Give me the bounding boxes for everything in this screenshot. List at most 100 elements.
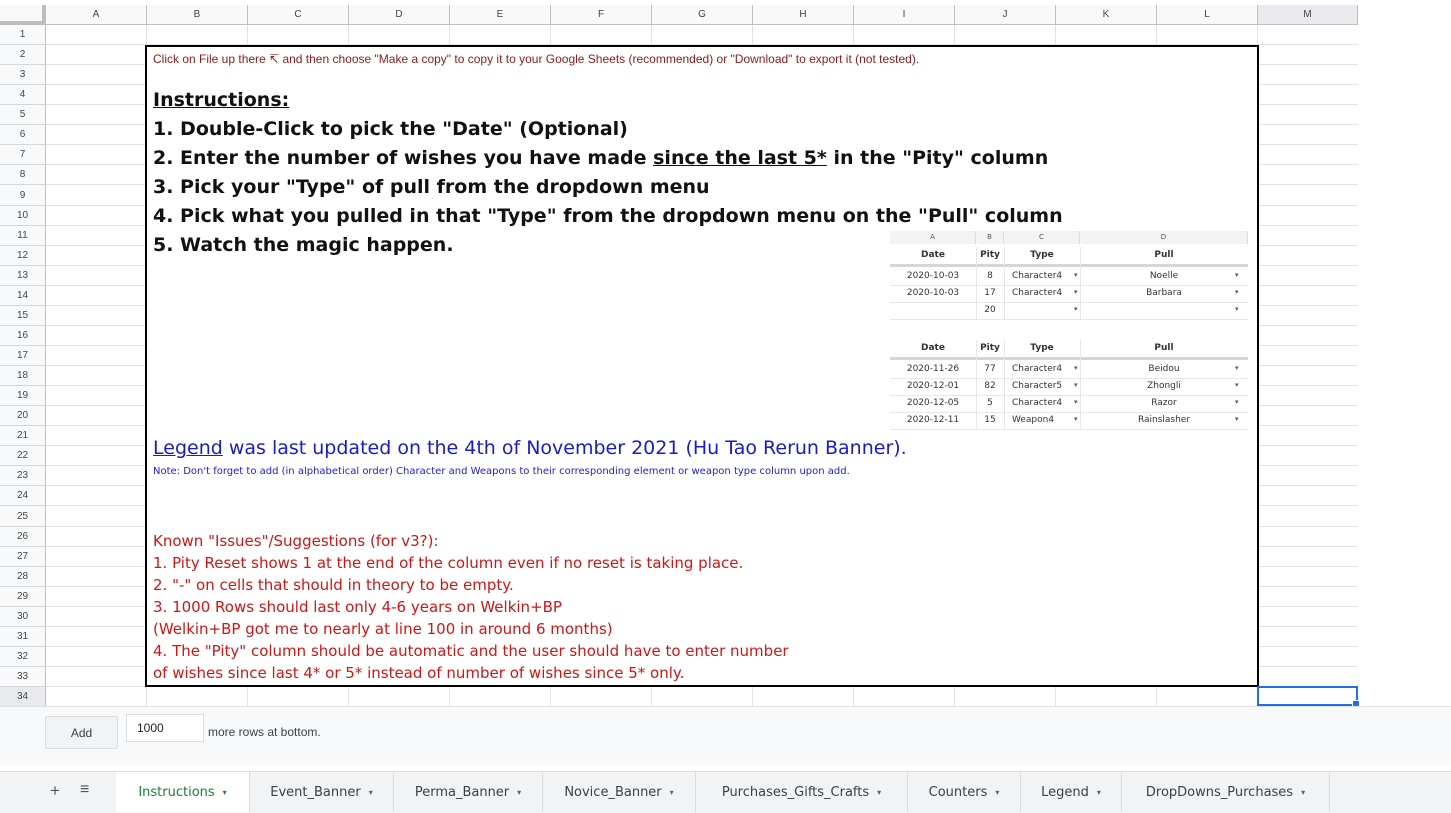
row-header-14[interactable]: 14 (0, 286, 46, 306)
row-header-5[interactable]: 5 (0, 105, 46, 125)
tab-menu-arrow-icon[interactable]: ▾ (517, 788, 521, 797)
example-col-letter: A (890, 231, 976, 244)
row-header-15[interactable]: 15 (0, 306, 46, 326)
legend-link[interactable]: Legend (153, 437, 223, 459)
row-header-12[interactable]: 12 (0, 246, 46, 266)
row-header-1[interactable]: 1 (0, 25, 46, 45)
sheet-tab-bar: + ≡ Instructions ▾ Event_Banner ▾ Perma_Bann… (0, 771, 1451, 813)
row-header-7[interactable]: 7 (0, 145, 46, 165)
example-col-letter: D (1080, 231, 1248, 244)
column-header-a[interactable]: A (46, 5, 147, 25)
row-header-8[interactable]: 8 (0, 165, 46, 185)
tab-menu-arrow-icon[interactable]: ▾ (223, 788, 227, 797)
example-cell: Character4 (1012, 288, 1063, 298)
spreadsheet-grid[interactable]: ABCDEFGHIJKLM 1 2 3 4 5 6 7 8 9 10 11 12 13 14 15 16 17 1… (0, 0, 1451, 708)
column-header-e[interactable]: E (450, 5, 551, 25)
example-cell: Beidou (1148, 364, 1180, 374)
sheet-tab-novice-banner[interactable]: Novice_Banner ▾ (543, 772, 696, 812)
column-header-f[interactable]: F (551, 5, 652, 25)
row-header-22[interactable]: 22 (0, 446, 46, 466)
row-header-6[interactable]: 6 (0, 125, 46, 145)
row-header-20[interactable]: 20 (0, 406, 46, 426)
example-dropdown-arrow-icon: ▾ (1235, 415, 1239, 423)
tab-menu-arrow-icon[interactable]: ▾ (877, 788, 881, 797)
column-header-c[interactable]: C (248, 5, 349, 25)
example-cell: Weapon4 (1012, 415, 1055, 425)
sheet-tab-label: Novice_Banner (564, 784, 662, 800)
example-sheet-image-1: A B C D Date Pity Type Pull 2020-10-03 8 Character… (890, 231, 1248, 321)
row-header-32[interactable]: 32 (0, 647, 46, 667)
row-header-27[interactable]: 27 (0, 547, 46, 567)
column-header-l[interactable]: L (1157, 5, 1258, 25)
example-row-line (890, 429, 1248, 430)
step-2: 2. Enter the number of wishes you have m… (153, 147, 1049, 169)
column-header-d[interactable]: D (349, 5, 450, 25)
example-dropdown-arrow-icon: ▾ (1235, 305, 1239, 313)
tab-menu-arrow-icon[interactable]: ▾ (670, 788, 674, 797)
column-header-b[interactable]: B (147, 5, 248, 25)
example-row-line (890, 319, 1248, 320)
row-header-17[interactable]: 17 (0, 346, 46, 366)
example-dropdown-arrow-icon: ▾ (1235, 271, 1239, 279)
example-col-line (976, 247, 977, 320)
row-header-24[interactable]: 24 (0, 486, 46, 506)
row-header-18[interactable]: 18 (0, 366, 46, 386)
legend-line: Legend was last updated on the 4th of No… (153, 437, 907, 459)
select-all-corner[interactable] (0, 5, 46, 25)
sheet-tab-purchases-gifts-crafts[interactable]: Purchases_Gifts_Crafts ▾ (696, 772, 908, 812)
sheet-tab-dropdowns-purchases[interactable]: DropDowns_Purchases ▾ (1122, 772, 1330, 812)
tab-menu-arrow-icon[interactable]: ▾ (995, 788, 999, 797)
row-header-28[interactable]: 28 (0, 567, 46, 587)
add-sheet-icon[interactable]: + (50, 781, 60, 801)
row-header-16[interactable]: 16 (0, 326, 46, 346)
row-header-10[interactable]: 10 (0, 206, 46, 226)
instructions-panel: Click on File up there ↸ and then choose… (145, 45, 1259, 687)
sheet-tab-label: Perma_Banner (414, 784, 510, 800)
sheet-tab-label: Counters (928, 784, 988, 800)
tab-menu-arrow-icon[interactable]: ▾ (369, 788, 373, 797)
selected-cell-m34[interactable] (1257, 686, 1360, 708)
row-header-34[interactable]: 34 (0, 687, 46, 707)
row-header-26[interactable]: 26 (0, 527, 46, 547)
instructions-title: Instructions: (153, 89, 290, 111)
all-sheets-icon[interactable]: ≡ (80, 781, 89, 799)
sheet-tab-perma-banner[interactable]: Perma_Banner ▾ (394, 772, 543, 812)
column-header-k[interactable]: K (1056, 5, 1157, 25)
example-cell: Barbara (1146, 288, 1182, 298)
row-header-4[interactable]: 4 (0, 85, 46, 105)
row-header-3[interactable]: 3 (0, 65, 46, 85)
column-header-j[interactable]: J (955, 5, 1056, 25)
example-header-pull: Pull (1154, 343, 1174, 353)
row-header-21[interactable]: 21 (0, 426, 46, 446)
row-header-19[interactable]: 19 (0, 386, 46, 406)
sheet-tab-event-banner[interactable]: Event_Banner ▾ (250, 772, 394, 812)
column-header-i[interactable]: I (854, 5, 955, 25)
add-rows-button[interactable]: Add (45, 716, 118, 749)
example-row-line (890, 302, 1248, 303)
rows-count-input[interactable]: 1000 (126, 714, 204, 742)
column-header-m[interactable]: M (1258, 5, 1358, 25)
row-header-30[interactable]: 30 (0, 607, 46, 627)
step-3: 3. Pick your "Type" of pull from the dro… (153, 176, 710, 198)
row-header-2[interactable]: 2 (0, 45, 46, 65)
row-header-11[interactable]: 11 (0, 226, 46, 246)
sheet-tab-counters[interactable]: Counters ▾ (908, 772, 1021, 812)
example-cell: 20 (984, 305, 996, 315)
row-header-29[interactable]: 29 (0, 587, 46, 607)
row-header-31[interactable]: 31 (0, 627, 46, 647)
tab-menu-arrow-icon[interactable]: ▾ (1301, 788, 1305, 797)
column-header-h[interactable]: H (753, 5, 854, 25)
example-dropdown-arrow-icon: ▾ (1235, 381, 1239, 389)
row-header-23[interactable]: 23 (0, 466, 46, 486)
sheet-tab-instructions[interactable]: Instructions ▾ (116, 772, 250, 812)
row-header-13[interactable]: 13 (0, 266, 46, 286)
row-header-9[interactable]: 9 (0, 185, 46, 206)
example-cell: Character4 (1012, 398, 1063, 408)
tab-menu-arrow-icon[interactable]: ▾ (1097, 788, 1101, 797)
example-row-line (890, 285, 1248, 286)
sheet-tab-legend[interactable]: Legend ▾ (1021, 772, 1122, 812)
column-header-g[interactable]: G (652, 5, 753, 25)
row-header-33[interactable]: 33 (0, 667, 46, 687)
step-5: 5. Watch the magic happen. (153, 234, 454, 256)
row-header-25[interactable]: 25 (0, 506, 46, 527)
